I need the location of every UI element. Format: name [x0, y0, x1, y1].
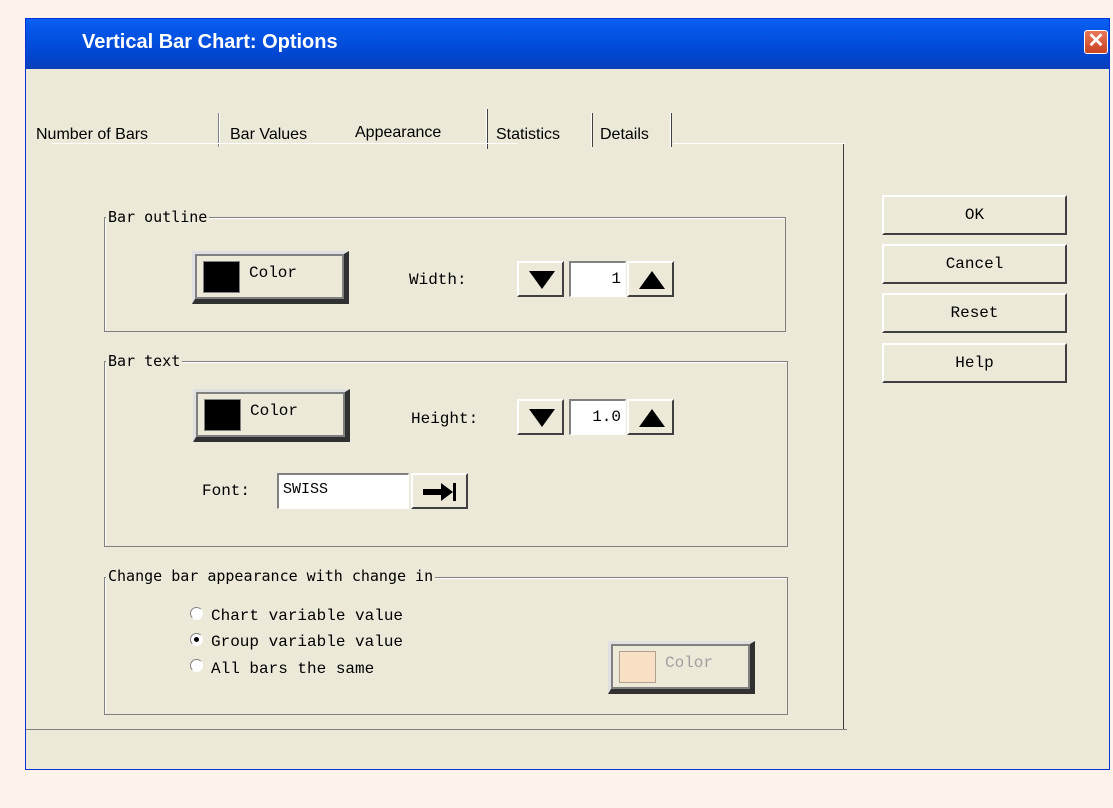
height-label: Height: — [411, 410, 479, 428]
font-field[interactable]: SWISS — [277, 473, 409, 509]
radio-all-bars-same[interactable] — [190, 659, 203, 672]
appearance-change-legend: Change bar appearance with change in — [106, 567, 436, 585]
width-field[interactable]: 1 — [569, 261, 626, 297]
panel-edge — [51, 143, 517, 144]
help-button[interactable]: Help — [882, 343, 1067, 383]
bar-appearance-color-label: Color — [665, 654, 714, 672]
outline-color-button[interactable]: Color — [192, 251, 349, 304]
title-bar[interactable]: Vertical Bar Chart: Options ✕ — [26, 19, 1109, 69]
cancel-button[interactable]: Cancel — [882, 244, 1067, 284]
bar-appearance-color-button[interactable]: Color — [608, 641, 755, 694]
panel-edge — [673, 143, 845, 144]
close-button[interactable]: ✕ — [1084, 30, 1108, 54]
radio-group-variable[interactable] — [190, 633, 203, 646]
width-label: Width: — [409, 271, 467, 289]
bar-text-legend: Bar text — [106, 352, 183, 370]
font-select-button[interactable] — [411, 473, 468, 509]
dialog-window: Vertical Bar Chart: Options ✕ Number of … — [25, 18, 1110, 770]
arrow-up-icon — [639, 409, 665, 427]
tab-divider — [670, 113, 672, 147]
text-color-label: Color — [250, 402, 299, 420]
height-increase-button[interactable] — [627, 399, 674, 435]
arrow-down-icon — [529, 409, 555, 427]
arrow-up-icon — [639, 271, 665, 289]
outline-color-label: Color — [249, 264, 298, 282]
height-decrease-button[interactable] — [517, 399, 564, 435]
panel-bottom-edge — [26, 729, 847, 730]
text-color-button[interactable]: Color — [193, 389, 350, 442]
ok-button[interactable]: OK — [882, 195, 1067, 235]
reset-button[interactable]: Reset — [882, 293, 1067, 333]
width-increase-button[interactable] — [627, 261, 674, 297]
font-label: Font: — [202, 482, 251, 500]
radio-all-bars-same-label: All bars the same — [211, 660, 375, 678]
arrow-down-icon — [529, 271, 555, 289]
width-decrease-button[interactable] — [517, 261, 564, 297]
arrow-right-icon — [423, 483, 456, 501]
bar-outline-legend: Bar outline — [106, 208, 210, 226]
bar-appearance-color-swatch — [619, 651, 656, 683]
close-icon: ✕ — [1087, 30, 1105, 52]
tab-divider — [591, 113, 593, 147]
radio-chart-variable[interactable] — [190, 607, 203, 620]
radio-chart-variable-label: Chart variable value — [211, 607, 404, 625]
height-field[interactable]: 1.0 — [569, 399, 626, 435]
radio-group-variable-label: Group variable value — [211, 633, 404, 651]
radio-selected-dot — [194, 637, 199, 642]
window-title: Vertical Bar Chart: Options — [82, 31, 338, 53]
text-color-swatch — [204, 399, 241, 431]
outline-color-swatch — [203, 261, 240, 293]
tab-divider — [218, 113, 220, 147]
